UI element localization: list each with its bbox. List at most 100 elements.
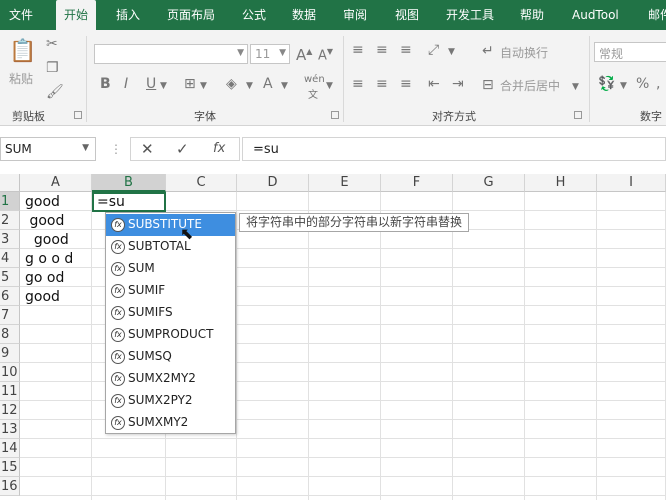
align-top-icon[interactable]: ≡ — [352, 42, 364, 58]
bold-icon[interactable]: B — [100, 76, 111, 92]
chevron-down-icon[interactable]: ▼ — [160, 78, 167, 94]
row-header-15[interactable]: 15 — [0, 458, 20, 477]
tab-formulas[interactable]: 公式 — [242, 0, 266, 30]
cell-a5[interactable]: go od — [25, 269, 64, 288]
font-color-icon[interactable]: A — [263, 76, 273, 92]
chevron-down-icon[interactable]: ▼ — [246, 78, 253, 94]
autocomplete-item-sum[interactable]: fx SUM — [106, 258, 235, 280]
decrease-indent-icon[interactable]: ⇤ — [428, 76, 440, 92]
paste-icon[interactable]: 📋 — [9, 40, 36, 64]
copy-icon[interactable]: ❐ — [46, 60, 59, 76]
decrease-font-icon[interactable]: A▼ — [318, 44, 333, 64]
wrap-text-icon[interactable]: ↵ — [482, 43, 494, 59]
chevron-down-icon[interactable]: ▼ — [200, 78, 207, 94]
fill-color-icon[interactable]: ◈ — [226, 76, 237, 92]
wrap-text-button[interactable]: 自动换行 — [500, 44, 548, 61]
autocomplete-item-sumxmy2[interactable]: fx SUMXMY2 — [106, 412, 235, 434]
row-header-7[interactable]: 7 — [0, 306, 20, 325]
comma-style-icon[interactable]: , — [656, 76, 660, 92]
tab-developer[interactable]: 开发工具 — [446, 0, 494, 30]
row-header-2[interactable]: 2 — [0, 211, 20, 230]
increase-indent-icon[interactable]: ⇥ — [452, 76, 464, 92]
autocomplete-item-substitute[interactable]: fx SUBSTITUTE — [106, 214, 235, 236]
row-header-16[interactable]: 16 — [0, 477, 20, 496]
tab-page-layout[interactable]: 页面布局 — [167, 0, 215, 30]
chevron-down-icon[interactable]: ▼ — [326, 78, 333, 94]
merge-center-icon[interactable]: ⊟ — [482, 77, 494, 93]
column-header-d[interactable]: D — [237, 174, 309, 192]
autocomplete-item-sumx2my2[interactable]: fx SUMX2MY2 — [106, 368, 235, 390]
column-header-g[interactable]: G — [453, 174, 525, 192]
tab-audtool[interactable]: AudTool — [572, 0, 619, 30]
font-size-select[interactable]: 11 ▼ — [250, 44, 290, 64]
column-header-h[interactable]: H — [525, 174, 597, 192]
cell-a4[interactable]: g o o d — [25, 250, 73, 269]
name-box[interactable]: SUM ▼ — [0, 137, 96, 161]
row-header-8[interactable]: 8 — [0, 325, 20, 344]
phonetic-icon[interactable]: wén — [304, 74, 325, 85]
column-header-e[interactable]: E — [309, 174, 381, 192]
underline-icon[interactable]: U — [146, 76, 156, 92]
row-header-12[interactable]: 12 — [0, 401, 20, 420]
autocomplete-item-subtotal[interactable]: fx SUBTOTAL — [106, 236, 235, 258]
cell-a6[interactable]: good — [25, 288, 60, 307]
percent-icon[interactable]: % — [636, 76, 649, 92]
active-cell-b1[interactable]: =su — [92, 192, 166, 212]
tab-review[interactable]: 审阅 — [343, 0, 367, 30]
row-header-11[interactable]: 11 — [0, 382, 20, 401]
insert-function-button[interactable]: fx — [213, 140, 225, 158]
cut-icon[interactable]: ✂ — [46, 36, 58, 52]
autocomplete-item-sumifs[interactable]: fx SUMIFS — [106, 302, 235, 324]
enter-formula-icon[interactable]: ✓ — [176, 140, 189, 158]
column-header-f[interactable]: F — [381, 174, 453, 192]
number-format-select[interactable]: 常规 — [594, 42, 666, 62]
accounting-format-icon[interactable]: 💱 — [598, 76, 615, 92]
row-header-1[interactable]: 1 — [0, 192, 20, 211]
align-bottom-icon[interactable]: ≡ — [400, 42, 412, 58]
select-all-corner[interactable] — [0, 174, 20, 192]
row-header-6[interactable]: 6 — [0, 287, 20, 306]
autocomplete-item-sumx2py2[interactable]: fx SUMX2PY2 — [106, 390, 235, 412]
align-left-icon[interactable]: ≡ — [352, 76, 364, 92]
autocomplete-item-sumproduct[interactable]: fx SUMPRODUCT — [106, 324, 235, 346]
column-header-a[interactable]: A — [20, 174, 92, 192]
formula-input[interactable]: =su — [242, 137, 666, 161]
tab-home[interactable]: 开始 — [56, 0, 97, 30]
row-header-13[interactable]: 13 — [0, 420, 20, 439]
format-painter-icon[interactable]: 🖌 — [46, 84, 64, 100]
clipboard-launcher-icon[interactable] — [74, 111, 82, 119]
tab-insert[interactable]: 插入 — [116, 0, 140, 30]
column-header-c[interactable]: C — [166, 174, 237, 192]
italic-icon[interactable]: I — [124, 76, 128, 92]
row-header-3[interactable]: 3 — [0, 230, 20, 249]
row-header-5[interactable]: 5 — [0, 268, 20, 287]
chevron-down-icon[interactable]: ▼ — [281, 78, 288, 94]
tab-data[interactable]: 数据 — [292, 0, 316, 30]
column-header-b[interactable]: B — [92, 174, 166, 192]
font-name-select[interactable]: ▼ — [94, 44, 248, 64]
tab-mail[interactable]: 邮件 — [648, 0, 666, 30]
increase-font-icon[interactable]: A▲ — [296, 44, 312, 63]
font-launcher-icon[interactable] — [331, 111, 339, 119]
align-center-icon[interactable]: ≡ — [376, 76, 388, 92]
paste-label[interactable]: 粘贴 — [9, 70, 33, 87]
align-right-icon[interactable]: ≡ — [400, 76, 412, 92]
autocomplete-item-sumsq[interactable]: fx SUMSQ — [106, 346, 235, 368]
cell-a3[interactable]: good — [25, 231, 69, 250]
cell-a2[interactable]: good — [25, 212, 64, 231]
merge-center-button[interactable]: 合并后居中 — [500, 77, 560, 94]
row-header-10[interactable]: 10 — [0, 363, 20, 382]
chevron-down-icon[interactable]: ▼ — [620, 78, 627, 94]
tab-help[interactable]: 帮助 — [520, 0, 544, 30]
alignment-launcher-icon[interactable] — [574, 111, 582, 119]
row-header-9[interactable]: 9 — [0, 344, 20, 363]
chevron-down-icon[interactable]: ▼ — [572, 79, 579, 95]
column-header-i[interactable]: I — [597, 174, 666, 192]
borders-icon[interactable]: ⊞ — [184, 76, 196, 92]
tab-view[interactable]: 视图 — [395, 0, 419, 30]
row-header-14[interactable]: 14 — [0, 439, 20, 458]
chevron-down-icon[interactable]: ▼ — [82, 143, 89, 153]
row-header-4[interactable]: 4 — [0, 249, 20, 268]
cancel-formula-icon[interactable]: ✕ — [141, 140, 154, 158]
orientation-icon[interactable]: ⤢ — [428, 42, 439, 58]
